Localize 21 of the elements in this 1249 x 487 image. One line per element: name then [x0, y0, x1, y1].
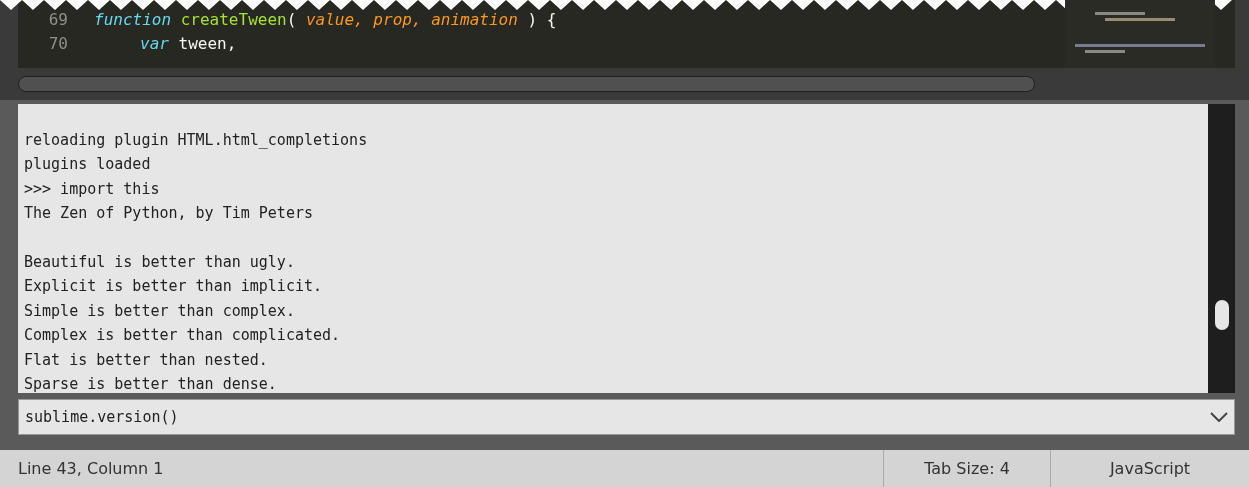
tab-size-indicator[interactable]: Tab Size: 4: [883, 450, 1050, 487]
console-line: The Zen of Python, by Tim Peters: [24, 203, 314, 225]
code-line: function createTween( value, prop, animation ) {: [93, 9, 557, 31]
chevron-down-icon[interactable]: [1210, 412, 1228, 422]
code-line: var tween,: [139, 33, 237, 55]
console-line: reloading plugin HTML.html_completions: [24, 130, 369, 151]
console-line: >>> import this: [24, 178, 161, 200]
line-number: 69: [47, 9, 69, 31]
console-line: plugins loaded: [24, 154, 152, 176]
horizontal-scrollbar-thumb[interactable]: [18, 76, 1035, 92]
console-line: Simple is better than complex.: [24, 300, 296, 322]
console-line: Beautiful is better than ugly.: [24, 252, 296, 273]
cursor-position: Line 43, Column 1: [17, 457, 165, 480]
console-line: Sparse is better than dense.: [24, 374, 278, 393]
vertical-scrollbar-thumb[interactable]: [1214, 300, 1229, 330]
line-number: 70: [47, 33, 69, 55]
console-input-field[interactable]: sublime.version(): [18, 399, 1235, 435]
console-line: Explicit is better than implicit.: [24, 276, 323, 298]
console-line: Flat is better than nested.: [24, 349, 269, 371]
console-line: Complex is better than complicated.: [24, 325, 342, 347]
syntax-indicator[interactable]: JavaScript: [1050, 450, 1249, 487]
